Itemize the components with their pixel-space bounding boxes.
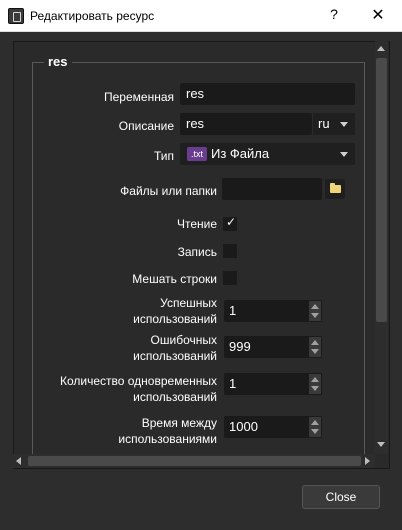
concurrent-uses-label-line2: использований — [133, 390, 217, 404]
spin-buttons[interactable] — [309, 301, 321, 321]
interval-value: 1000 — [229, 419, 258, 434]
app-icon — [8, 8, 24, 24]
description-label: Описание — [118, 119, 174, 133]
title-bar: Редактировать ресурс ? ✕ — [0, 0, 402, 32]
spin-up-icon[interactable] — [311, 377, 319, 382]
error-uses-value: 999 — [229, 339, 251, 354]
chevron-down-icon — [340, 152, 348, 157]
spin-buttons[interactable] — [309, 417, 321, 437]
close-button[interactable]: Close — [302, 485, 380, 509]
error-uses-stepper[interactable]: 999 — [224, 336, 322, 358]
chevron-down-icon — [340, 122, 348, 127]
error-uses-label-line1: Ошибочных — [150, 333, 217, 347]
error-uses-label-line2: использований — [133, 349, 217, 363]
spin-buttons[interactable] — [309, 374, 321, 394]
horizontal-scroll-thumb[interactable] — [28, 456, 361, 466]
language-select-value: ru — [318, 116, 330, 131]
window-title: Редактировать ресурс — [30, 9, 155, 23]
txt-file-icon: .txt — [187, 147, 207, 161]
spin-up-icon[interactable] — [311, 420, 319, 425]
read-label: Чтение — [176, 217, 217, 231]
spin-down-icon[interactable] — [311, 313, 319, 318]
concurrent-uses-label-line1: Количество одновременных — [59, 374, 217, 388]
window-close-button[interactable]: ✕ — [368, 5, 388, 27]
scroll-up-icon[interactable] — [377, 46, 385, 51]
spin-up-icon[interactable] — [311, 340, 319, 345]
spin-buttons[interactable] — [309, 337, 321, 357]
resource-scroll-area: res Переменная res Описание res ru Тип .… — [13, 41, 390, 469]
write-label: Запись — [177, 245, 217, 259]
description-input[interactable]: res — [180, 113, 312, 135]
scroll-right-icon[interactable] — [365, 457, 370, 465]
concurrent-uses-stepper[interactable]: 1 — [224, 373, 322, 395]
interval-label-line1: Время между — [141, 416, 217, 430]
type-label: Тип — [153, 149, 174, 163]
files-input[interactable] — [222, 178, 322, 200]
scroll-down-icon[interactable] — [377, 442, 385, 447]
shuffle-checkbox[interactable] — [223, 271, 237, 285]
files-label: Файлы или папки — [120, 184, 217, 198]
type-select[interactable]: .txt Из Файла — [180, 143, 355, 165]
spin-up-icon[interactable] — [311, 304, 319, 309]
scroll-left-icon[interactable] — [16, 457, 21, 465]
horizontal-scrollbar[interactable] — [13, 454, 375, 468]
interval-label-line2: использованиями — [118, 432, 217, 446]
success-uses-label-line2: использований — [133, 312, 217, 326]
spin-down-icon[interactable] — [311, 349, 319, 354]
checkmark-icon: ✓ — [226, 215, 237, 229]
error-uses-label: Ошибочных использований — [74, 332, 217, 364]
interval-stepper[interactable]: 1000 — [224, 416, 322, 438]
write-checkbox[interactable] — [223, 244, 237, 258]
success-uses-stepper[interactable]: 1 — [224, 300, 322, 322]
concurrent-uses-value: 1 — [229, 376, 237, 391]
help-button[interactable]: ? — [326, 6, 342, 26]
spin-down-icon[interactable] — [311, 386, 319, 391]
variable-input[interactable]: res — [180, 83, 355, 105]
spin-down-icon[interactable] — [311, 429, 319, 434]
success-uses-value: 1 — [229, 303, 237, 318]
success-uses-label-line1: Успешных — [160, 296, 217, 310]
interval-label: Время между использованиями — [74, 415, 217, 447]
shuffle-label: Мешать строки — [132, 272, 217, 286]
vertical-scroll-thumb[interactable] — [376, 58, 387, 322]
group-title: res — [44, 54, 72, 69]
success-uses-label: Успешных использований — [74, 295, 217, 327]
language-select[interactable]: ru — [313, 113, 355, 135]
type-select-value: Из Файла — [211, 146, 270, 161]
variable-label: Переменная — [104, 90, 174, 104]
vertical-scrollbar[interactable] — [375, 41, 388, 454]
concurrent-uses-label: Количество одновременных использований — [34, 373, 217, 405]
folder-icon — [330, 183, 341, 193]
browse-folder-button[interactable] — [325, 179, 345, 199]
read-checkbox[interactable]: ✓ — [223, 215, 237, 231]
